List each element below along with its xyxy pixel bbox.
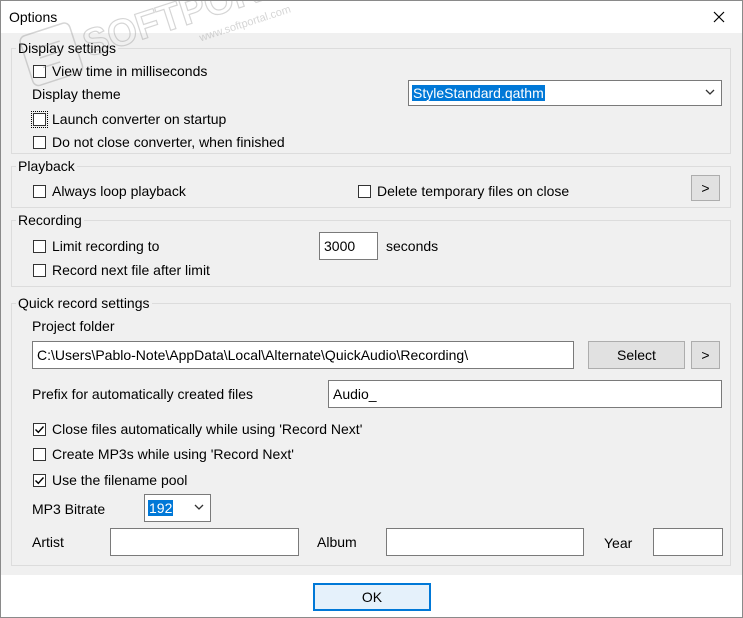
use-filename-pool-label: Use the filename pool — [52, 472, 188, 488]
options-client-area: Display settings View time in millisecon… — [1, 33, 742, 575]
title-bar: Options — [1, 1, 742, 33]
limit-recording-box[interactable] — [33, 239, 46, 253]
close-files-label: Close files automatically while using 'R… — [52, 421, 363, 437]
chevron-down-icon — [194, 504, 204, 510]
checkmark-icon — [35, 476, 45, 484]
artist-label: Artist — [32, 534, 64, 550]
close-icon — [713, 11, 725, 23]
display-theme-value: StyleStandard.qathm — [412, 85, 545, 101]
close-files-box[interactable] — [33, 422, 46, 436]
do-not-close-label: Do not close converter, when finished — [52, 134, 285, 150]
recording-legend: Recording — [16, 211, 84, 229]
mp3-bitrate-value: 192 — [148, 500, 174, 516]
launch-on-startup-box[interactable] — [31, 110, 48, 128]
limit-seconds-input[interactable]: 3000 — [319, 232, 378, 260]
year-input[interactable] — [653, 528, 723, 556]
mp3-bitrate-select[interactable]: 192 — [144, 494, 211, 522]
limit-seconds-value: 3000 — [324, 238, 356, 254]
delete-temp-checkbox[interactable]: Delete temporary files on close — [358, 183, 569, 199]
display-settings-legend: Display settings — [16, 39, 119, 57]
select-folder-label: Select — [617, 347, 656, 363]
project-folder-input[interactable]: C:\Users\Pablo-Note\AppData\Local\Altern… — [32, 341, 574, 369]
playback-legend: Playback — [16, 157, 77, 175]
launch-on-startup-checkbox[interactable]: Launch converter on startup — [31, 110, 227, 128]
delete-temp-box[interactable] — [358, 184, 371, 198]
loop-playback-checkbox[interactable]: Always loop playback — [33, 183, 186, 199]
artist-input[interactable] — [110, 528, 299, 556]
quick-record-legend: Quick record settings — [16, 294, 152, 312]
view-ms-box[interactable] — [33, 64, 46, 78]
chevron-down-icon — [705, 89, 715, 95]
display-theme-label: Display theme — [32, 86, 121, 102]
limit-recording-label: Limit recording to — [52, 238, 160, 254]
delete-temp-label: Delete temporary files on close — [377, 183, 570, 199]
year-label: Year — [604, 535, 633, 551]
loop-playback-box[interactable] — [33, 184, 46, 198]
select-folder-button[interactable]: Select — [588, 341, 685, 369]
limit-recording-checkbox[interactable]: Limit recording to — [33, 238, 159, 254]
launch-on-startup-label: Launch converter on startup — [52, 111, 227, 127]
view-ms-checkbox[interactable]: View time in milliseconds — [33, 63, 207, 79]
prefix-input[interactable]: Audio_ — [328, 380, 722, 408]
album-label: Album — [317, 534, 357, 550]
quick-more-button[interactable]: > — [691, 341, 720, 369]
close-files-checkbox[interactable]: Close files automatically while using 'R… — [33, 421, 362, 437]
ok-button[interactable]: OK — [313, 583, 431, 611]
seconds-label: seconds — [386, 238, 439, 254]
window-title: Options — [9, 9, 58, 25]
quick-more-label: > — [701, 347, 710, 363]
use-filename-pool-checkbox[interactable]: Use the filename pool — [33, 472, 187, 488]
do-not-close-box[interactable] — [33, 135, 46, 149]
checkmark-icon — [35, 425, 45, 433]
prefix-label: Prefix for automatically created files — [32, 386, 253, 402]
ok-label: OK — [361, 589, 383, 605]
record-next-after-limit-label: Record next file after limit — [52, 262, 210, 278]
playback-more-label: > — [701, 180, 710, 196]
record-next-after-limit-checkbox[interactable]: Record next file after limit — [33, 262, 210, 278]
playback-more-button[interactable]: > — [691, 175, 720, 201]
create-mp3-checkbox[interactable]: Create MP3s while using 'Record Next' — [33, 446, 294, 462]
options-window: Options Display settings View time in mi… — [0, 0, 743, 618]
create-mp3-label: Create MP3s while using 'Record Next' — [52, 446, 294, 462]
project-folder-value: C:\Users\Pablo-Note\AppData\Local\Altern… — [37, 347, 469, 363]
record-next-after-limit-box[interactable] — [33, 263, 46, 277]
display-theme-select[interactable]: StyleStandard.qathm — [408, 80, 722, 106]
create-mp3-box[interactable] — [33, 447, 46, 461]
loop-playback-label: Always loop playback — [52, 183, 186, 199]
dialog-footer: OK — [1, 575, 742, 617]
mp3-bitrate-label: MP3 Bitrate — [32, 501, 106, 517]
prefix-value: Audio_ — [333, 386, 377, 402]
do-not-close-checkbox[interactable]: Do not close converter, when finished — [33, 134, 285, 150]
use-filename-pool-box[interactable] — [33, 473, 46, 487]
album-input[interactable] — [386, 528, 584, 556]
close-button[interactable] — [696, 1, 742, 33]
view-ms-label: View time in milliseconds — [52, 63, 208, 79]
project-folder-label: Project folder — [32, 318, 115, 334]
